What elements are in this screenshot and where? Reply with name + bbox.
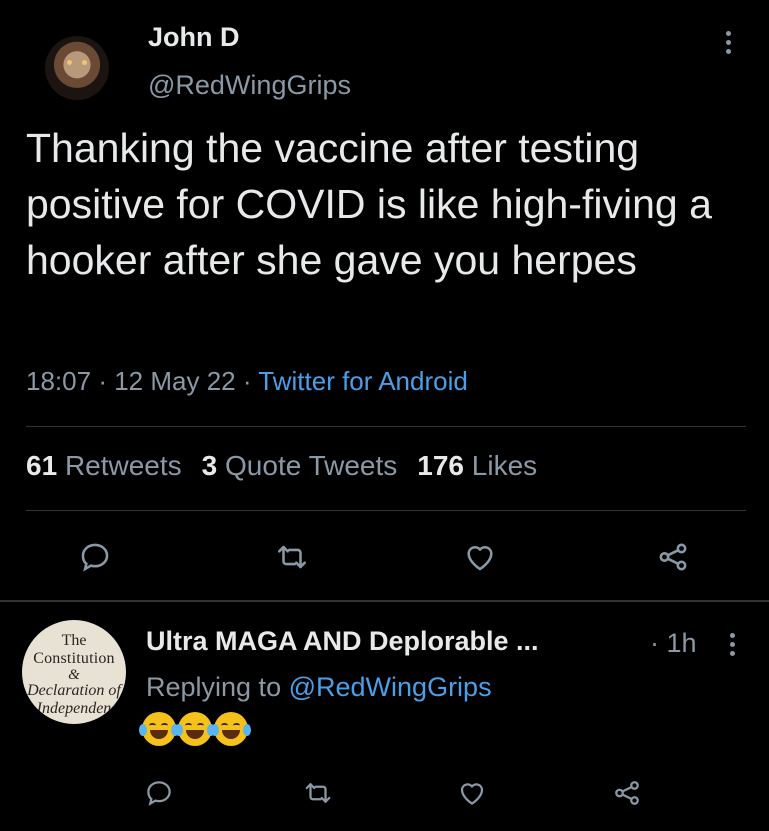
replying-to: Replying to @RedWingGrips [146, 672, 492, 703]
replying-prefix: Replying to [146, 672, 282, 702]
quotes-count: 3 [201, 450, 218, 481]
laughing-emoji-icon [211, 712, 251, 746]
reply-author-name[interactable]: Ultra MAGA AND Deplorable ... [146, 626, 539, 657]
divider [26, 510, 746, 511]
tweet-text: Thanking the vaccine after testing posit… [26, 125, 712, 283]
likes-count: 176 [417, 450, 464, 481]
reply-retweet-icon[interactable] [303, 778, 333, 808]
reply-text [139, 712, 251, 750]
replying-to-mention[interactable]: @RedWingGrips [289, 672, 492, 702]
more-options-icon[interactable] [722, 28, 736, 58]
retweet-icon[interactable] [275, 540, 309, 574]
avatar-text-line: Independen [36, 700, 112, 717]
tweet-stats: 61 Retweets 3 Quote Tweets 176 Likes [26, 450, 537, 482]
avatar-text-line: Constitution [33, 650, 115, 667]
meta-separator: · [98, 366, 107, 396]
retweets-stat[interactable]: 61 Retweets [26, 450, 182, 481]
tweet-meta: 18:07 · 12 May 22 · Twitter for Android [26, 366, 468, 397]
reply-author-avatar[interactable]: The Constitution & Declaration of Indepe… [22, 620, 126, 724]
reply-share-icon[interactable] [612, 778, 642, 808]
tweet-date: 12 May 22 [114, 366, 236, 396]
reply-more-options-icon[interactable] [726, 630, 740, 660]
like-icon[interactable] [463, 540, 497, 574]
reply-icon[interactable] [78, 540, 112, 574]
reply-time[interactable]: · 1h [650, 628, 697, 659]
avatar-text-line: Declaration of [27, 682, 121, 699]
tweet-source-link[interactable]: Twitter for Android [258, 366, 468, 396]
avatar-eye [67, 60, 72, 65]
author-handle[interactable]: @RedWingGrips [148, 70, 351, 101]
section-divider [0, 600, 769, 602]
author-name[interactable]: John D [148, 22, 240, 53]
quotes-label: Quote Tweets [225, 450, 398, 481]
author-avatar[interactable] [45, 36, 109, 100]
retweets-count: 61 [26, 450, 58, 481]
tweet-time: 18:07 [26, 366, 92, 396]
divider [26, 426, 746, 427]
likes-label: Likes [471, 450, 538, 481]
likes-stat[interactable]: 176 Likes [417, 450, 537, 481]
reply-reply-icon[interactable] [144, 778, 174, 808]
avatar-eye [82, 60, 87, 65]
laughing-emoji-icon [139, 712, 179, 746]
quotes-stat[interactable]: 3 Quote Tweets [202, 450, 398, 481]
reply-like-icon[interactable] [457, 778, 487, 808]
laughing-emoji-icon [175, 712, 215, 746]
avatar-text-line: The [61, 632, 87, 649]
retweets-label: Retweets [64, 450, 182, 481]
share-icon[interactable] [656, 540, 690, 574]
meta-separator: · [242, 366, 252, 396]
